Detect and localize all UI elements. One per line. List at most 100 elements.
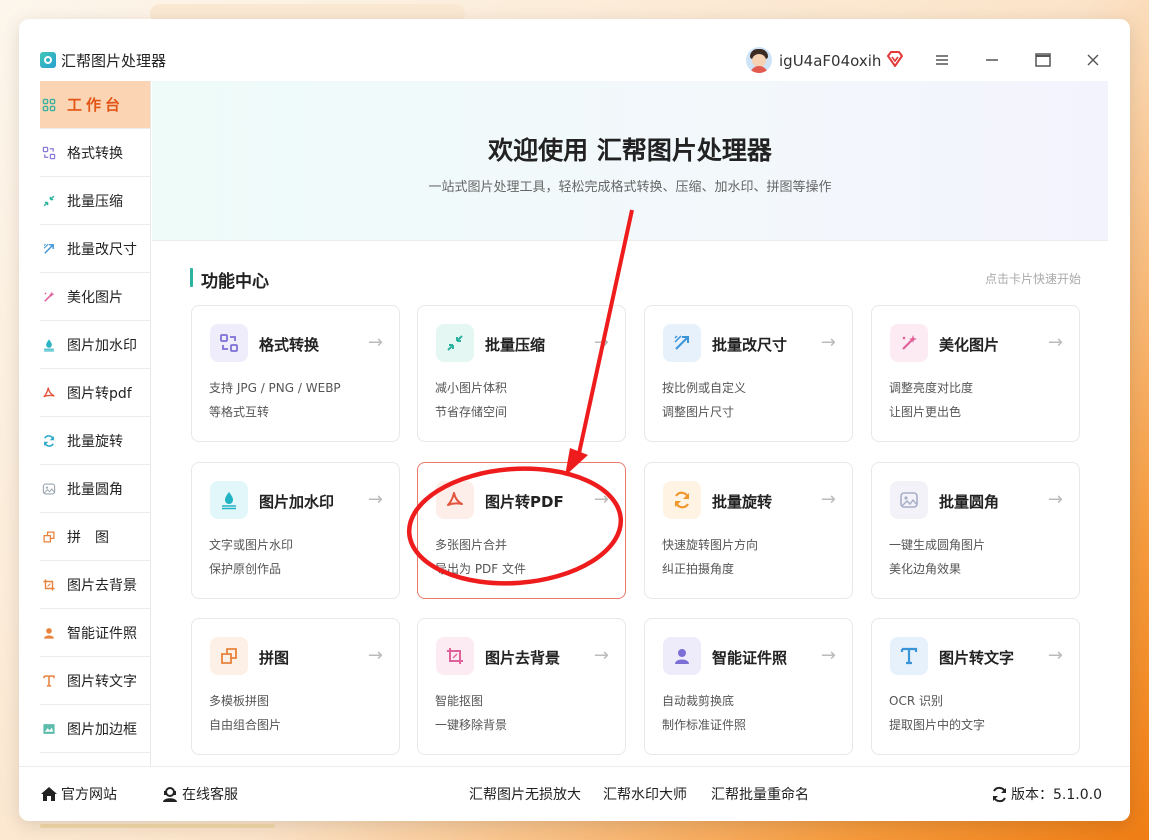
card-desc-2: 美化边角效果 [889,562,962,576]
id-photo-icon [663,637,701,675]
minimize-icon[interactable] [981,49,1003,71]
close-icon[interactable] [1082,49,1104,71]
sidebar-item-remove-bg[interactable]: 图片去背景 [40,561,150,609]
sidebar-item-rotate[interactable]: 批量旋转 [40,417,150,465]
card-title: 批量改尺寸 [712,336,788,354]
sidebar-item-watermark[interactable]: 图片加水印 [40,321,150,369]
official-site-link[interactable]: 官方网站 [40,784,117,804]
card-title: 美化图片 [939,336,1000,354]
beautify-icon [42,290,56,304]
sidebar-item-id-photo[interactable]: 智能证件照 [40,609,150,657]
username[interactable]: igU4aF04oxih [779,52,881,70]
feature-card-rotate[interactable]: 批量旋转 → 快速旋转图片方向 纠正拍摄角度 [644,462,853,599]
rotate-icon [42,434,56,448]
id-photo-icon [42,626,56,640]
convert-icon [210,324,248,362]
sidebar-item-label: 美化图片 [67,289,123,306]
arrow-right-icon: → [1047,489,1063,510]
watermark-icon [210,481,248,519]
sidebar-item-label: 批量旋转 [67,433,123,450]
text-icon [42,674,56,688]
card-title: 格式转换 [259,336,320,354]
arrow-right-icon: → [1047,645,1063,666]
watermark-icon [42,338,56,352]
app-logo-icon [40,52,56,68]
sidebar-item-label: 图片加边框 [67,721,137,738]
card-desc-1: OCR 识别 [889,694,943,708]
sidebar-item-beautify[interactable]: 美化图片 [40,273,150,321]
card-desc-1: 支持 JPG / PNG / WEBP [209,381,341,395]
feature-card-beautify[interactable]: 美化图片 → 调整亮度对比度 让图片更出色 [871,305,1080,442]
sidebar-item-compress[interactable]: 批量压缩 [40,177,150,225]
footer-link-upscale[interactable]: 汇帮图片无损放大 [469,784,581,804]
sidebar-item-pdf[interactable]: 图片转pdf [40,369,150,417]
collage-icon [210,637,248,675]
sidebar-item-convert[interactable]: 格式转换 [40,129,150,177]
sidebar-item-label: 图片加水印 [67,337,137,354]
arrow-right-icon: → [820,332,836,353]
footer-link-rename[interactable]: 汇帮批量重命名 [711,784,809,804]
footer-link-watermark[interactable]: 汇帮水印大师 [603,784,687,804]
sidebar-item-collage[interactable]: 拼 图 [40,513,150,561]
sidebar-item-label: 批量改尺寸 [67,241,137,258]
refresh-icon [991,786,1008,803]
card-desc-1: 调整亮度对比度 [889,381,974,395]
sidebar-item-round-corner[interactable]: 批量圆角 [40,465,150,513]
sidebar-item-label: 拼 图 [67,529,109,546]
sidebar-item-label: 工作台 [67,96,125,114]
card-desc-1: 快速旋转图片方向 [662,538,759,552]
feature-card-remove-bg[interactable]: 图片去背景 → 智能抠图 一键移除背景 [417,618,626,755]
feature-card-pdf[interactable]: 图片转PDF → 多张图片合并 导出为 PDF 文件 [417,462,626,599]
pdf-icon [42,386,56,400]
resize-icon [42,242,56,256]
version-label: 版本：5.1.0.0 [1011,787,1102,803]
section-accent-bar [190,268,193,287]
arrow-right-icon: → [593,489,609,510]
arrow-right-icon: → [593,332,609,353]
home-icon [40,786,58,802]
sidebar-item-label: 图片转pdf [67,385,132,402]
card-title: 批量圆角 [939,493,1000,511]
feature-card-id-photo[interactable]: 智能证件照 → 自动裁剪换底 制作标准证件照 [644,618,853,755]
card-desc-2: 一键移除背景 [435,718,508,732]
card-desc-2: 提取图片中的文字 [889,718,986,732]
sidebar-item-label: 图片转文字 [67,673,137,690]
grid-icon [42,98,56,112]
arrow-right-icon: → [367,645,383,666]
card-desc-1: 一键生成圆角图片 [889,538,986,552]
sidebar-item-border[interactable]: 图片加边框 [40,705,150,753]
sidebar-item-resize[interactable]: 批量改尺寸 [40,225,150,273]
online-service-link[interactable]: 在线客服 [161,784,238,804]
feature-card-round-corner[interactable]: 批量圆角 → 一键生成圆角图片 美化边角效果 [871,462,1080,599]
feature-card-compress[interactable]: 批量压缩 → 减小图片体积 节省存储空间 [417,305,626,442]
border-icon [42,722,56,736]
avatar[interactable] [746,47,772,73]
sidebar-item-grid[interactable]: 工作台 [40,81,150,129]
card-desc-1: 按比例或自定义 [662,381,747,395]
vip-diamond-icon[interactable] [886,50,904,72]
welcome-banner: 欢迎使用 汇帮图片处理器 一站式图片处理工具，轻松完成格式转换、压缩、加水印、拼… [152,81,1108,241]
sidebar-item-label: 格式转换 [67,145,123,162]
headset-icon [161,786,179,803]
online-service-label: 在线客服 [182,787,238,803]
feature-card-convert[interactable]: 格式转换 → 支持 JPG / PNG / WEBP 等格式互转 [191,305,400,442]
arrow-right-icon: → [367,332,383,353]
feature-card-collage[interactable]: 拼图 → 多模板拼图 自由组合图片 [191,618,400,755]
card-desc-1: 智能抠图 [435,694,484,708]
text-icon [890,637,928,675]
feature-card-resize[interactable]: 批量改尺寸 → 按比例或自定义 调整图片尺寸 [644,305,853,442]
footer: 官方网站 在线客服 汇帮图片无损放大 汇帮水印大师 汇帮批量重命名 版本：5.1… [19,766,1130,821]
feature-card-watermark[interactable]: 图片加水印 → 文字或图片水印 保护原创作品 [191,462,400,599]
menu-icon[interactable] [931,49,953,71]
arrow-right-icon: → [593,645,609,666]
card-desc-2: 纠正拍摄角度 [662,562,735,576]
sidebar-item-text[interactable]: 图片转文字 [40,657,150,705]
card-title: 图片转PDF [485,493,564,511]
card-desc-2: 等格式互转 [209,405,270,419]
version-info[interactable]: 版本：5.1.0.0 [991,784,1102,804]
arrow-right-icon: → [367,489,383,510]
feature-card-text[interactable]: 图片转文字 → OCR 识别 提取图片中的文字 [871,618,1080,755]
arrow-right-icon: → [820,489,836,510]
card-desc-2: 调整图片尺寸 [662,405,735,419]
maximize-icon[interactable] [1032,49,1054,71]
